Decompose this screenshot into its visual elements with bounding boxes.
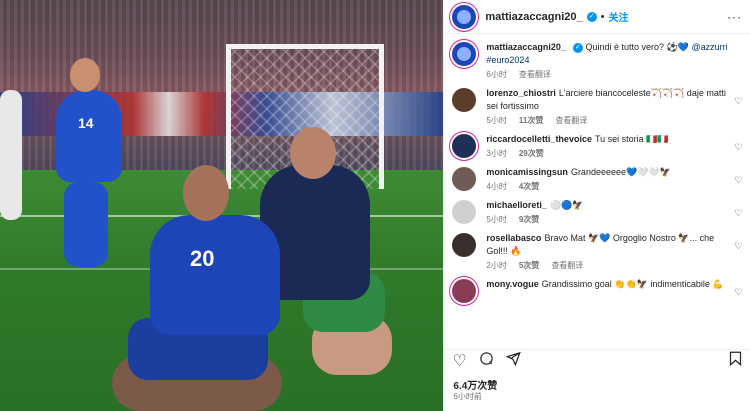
mention-link[interactable]: @azzurri: [691, 42, 727, 52]
share-icon[interactable]: [505, 351, 521, 371]
caption-username[interactable]: mattiazaccagni20_: [486, 42, 566, 52]
instagram-post-view: 14 20 mattiazaccagni20_ ✓ • 关注 ··· matti…: [0, 0, 750, 411]
bookmark-icon[interactable]: [729, 351, 742, 371]
comment-body: mony.vogue Grandissimo goal 👏👏🦅 indimenti…: [486, 278, 730, 303]
caption: mattiazaccagni20_ ✓ Quindi è tutto vero? …: [444, 36, 750, 82]
comment-text: Grandeeeeee💙🤍🤍🦅: [570, 167, 671, 177]
comment-likes[interactable]: 9次赞: [519, 214, 539, 225]
comment-likes[interactable]: 11次赞: [519, 115, 543, 126]
comment-item: mony.vogue Grandissimo goal 👏👏🦅 indimenti…: [444, 273, 750, 305]
comment-meta: 4小时 4次赞: [486, 181, 730, 192]
comment-item: monicamissingsun Grandeeeeee💙🤍🤍🦅 4小时 4次赞 …: [444, 161, 750, 194]
comments-list[interactable]: mattiazaccagni20_ ✓ Quindi è tutto vero? …: [444, 36, 750, 346]
comment-text: ⚪🔵🦅: [549, 200, 584, 210]
comment-likes[interactable]: 4次赞: [519, 181, 539, 192]
comment-text: Tu sei storia 🇮🇹🇮🇹: [594, 134, 669, 144]
comment-body: michaelloreti_ ⚪🔵🦅 5小时 9次赞: [486, 199, 730, 225]
comment-body: monicamissingsun Grandeeeeee💙🤍🤍🦅 4小时 4次赞: [486, 166, 730, 192]
comment-item: rosellabasco Bravo Mat 🦅💙 Orgoglio Nostro…: [444, 227, 750, 273]
player-background-body: [56, 90, 122, 182]
main-player-body: [150, 215, 280, 335]
comment-item: riccardocelletti_thevoice Tu sei storia 🇮…: [444, 128, 750, 161]
comment-username[interactable]: riccardocelletti_thevoice: [486, 134, 592, 144]
player-background-legs: [64, 182, 108, 267]
comment-username[interactable]: michaelloreti_: [486, 200, 547, 210]
comment-time: 2小时: [486, 261, 507, 270]
shirt-number-back: 14: [78, 115, 94, 131]
comment-text: Grandissimo goal 👏👏🦅 indimenticabile 💪: [541, 279, 724, 289]
post-timestamp[interactable]: 6小时前: [453, 391, 481, 402]
comment-meta: 3小时 29次赞: [486, 148, 730, 159]
like-comment-heart-icon[interactable]: ♡: [730, 208, 742, 225]
avatar-image: [457, 9, 472, 24]
like-comment-heart-icon[interactable]: ♡: [730, 241, 742, 271]
avatar[interactable]: [452, 4, 477, 29]
comment-item: michaelloreti_ ⚪🔵🦅 5小时 9次赞 ♡: [444, 194, 750, 227]
translate-link[interactable]: 查看翻译: [519, 69, 551, 80]
player-background-head: [70, 58, 100, 92]
comment-time: 4小时: [486, 182, 507, 191]
comment-icon[interactable]: [479, 351, 494, 371]
comment-text-block: rosellabasco Bravo Mat 🦅💙 Orgoglio Nostro…: [486, 232, 730, 258]
post-side-panel: mattiazaccagni20_ ✓ • 关注 ··· mattiazacca…: [443, 0, 750, 411]
separator-dot: •: [600, 10, 605, 23]
comment-text-block: monicamissingsun Grandeeeeee💙🤍🤍🦅: [486, 166, 730, 179]
comment-username[interactable]: lorenzo_chiostri: [486, 88, 556, 98]
caption-body: mattiazaccagni20_ ✓ Quindi è tutto vero? …: [486, 41, 742, 80]
like-comment-heart-icon[interactable]: ♡: [730, 175, 742, 192]
avatar[interactable]: [452, 167, 477, 191]
caption-meta: 6小时 查看翻译: [486, 69, 742, 80]
comment-item: lorenzo_chiostri L'arciere biancoceleste🏹…: [444, 82, 750, 128]
comment-text-block: michaelloreti_ ⚪🔵🦅: [486, 199, 730, 212]
comment-body: lorenzo_chiostri L'arciere biancoceleste🏹…: [486, 87, 730, 126]
avatar[interactable]: [452, 88, 477, 112]
caption-text-block: mattiazaccagni20_ ✓ Quindi è tutto vero? …: [486, 41, 742, 67]
shirt-number-main: 20: [190, 246, 215, 271]
avatar[interactable]: [452, 200, 477, 224]
verified-badge-icon: ✓: [586, 11, 597, 22]
caption-text: Quindi è tutto vero? ⚽💙: [585, 42, 692, 52]
comment-text-block: riccardocelletti_thevoice Tu sei storia 🇮…: [486, 133, 730, 146]
avatar[interactable]: [452, 233, 477, 257]
comment-body: rosellabasco Bravo Mat 🦅💙 Orgoglio Nostro…: [486, 232, 730, 271]
player-left-edge: [0, 90, 22, 220]
post-actions-bar: ♡: [444, 349, 750, 371]
comment-username[interactable]: monicamissingsun: [486, 167, 568, 177]
like-comment-heart-icon[interactable]: ♡: [730, 142, 742, 159]
comment-time: 3小时: [486, 149, 507, 158]
comment-meta: 5小时 9次赞: [486, 214, 730, 225]
username-link[interactable]: mattiazaccagni20_: [485, 11, 582, 23]
more-options-icon[interactable]: ···: [727, 10, 742, 24]
avatar[interactable]: [452, 134, 477, 158]
avatar[interactable]: [452, 42, 477, 66]
verified-badge-icon: ✓: [572, 42, 583, 53]
goalkeeper-head: [290, 127, 336, 179]
main-player-head: [183, 165, 229, 221]
comment-text-block: lorenzo_chiostri L'arciere biancoceleste🏹…: [486, 87, 730, 113]
likes-count[interactable]: 6.4万次赞: [453, 377, 497, 392]
comment-time: 5小时: [486, 116, 507, 125]
comment-meta: 2小时 5次赞 查看翻译: [486, 260, 730, 271]
comment-time: 5小时: [486, 215, 507, 224]
follow-button[interactable]: 关注: [608, 9, 628, 24]
comment-likes[interactable]: 29次赞: [519, 148, 544, 159]
comment-meta: 5小时 11次赞 查看翻译: [486, 115, 730, 126]
hashtag-link[interactable]: #euro2024: [486, 55, 529, 65]
like-comment-heart-icon[interactable]: ♡: [730, 287, 742, 303]
post-header: mattiazaccagni20_ ✓ • 关注 ···: [444, 0, 750, 34]
comment-username[interactable]: mony.vogue: [486, 279, 538, 289]
like-comment-heart-icon[interactable]: ♡: [730, 96, 742, 126]
avatar[interactable]: [452, 279, 477, 303]
comment-username[interactable]: rosellabasco: [486, 233, 541, 243]
comment-likes[interactable]: 5次赞: [519, 260, 539, 271]
comment-text-block: mony.vogue Grandissimo goal 👏👏🦅 indimenti…: [486, 278, 730, 291]
post-photo[interactable]: 14 20: [0, 0, 444, 411]
avatar-image: [457, 47, 472, 61]
translate-link[interactable]: 查看翻译: [555, 115, 587, 126]
comment-body: riccardocelletti_thevoice Tu sei storia 🇮…: [486, 133, 730, 159]
heart-icon[interactable]: ♡: [452, 351, 466, 371]
caption-time: 6小时: [486, 70, 507, 79]
translate-link[interactable]: 查看翻译: [551, 260, 583, 271]
